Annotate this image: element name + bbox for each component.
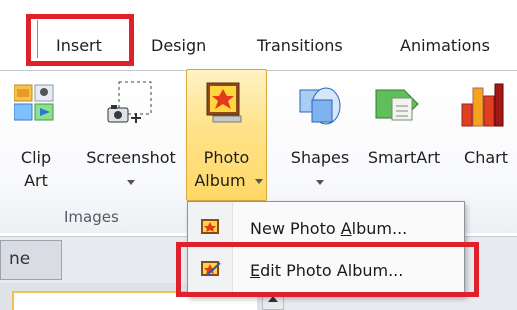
screenshot-icon [107,81,152,123]
chart-label: Chart [464,148,508,167]
ribbon-tab-bar: Insert Design Transitions Animations [0,0,517,70]
edit-photo-album-label: Edit Photo Album... [250,261,404,280]
images-group-label: Images [64,208,119,226]
powerpoint-window: Insert Design Transitions Animations Cli… [0,0,517,310]
tab-animations[interactable]: Animations [400,36,490,55]
clip-art-icon [14,84,54,121]
clip-art-label-line2: Art [24,171,48,190]
shapes-icon [299,87,341,125]
slides-pane-tab-label: ne [9,249,31,269]
new-photo-album-icon [201,219,219,234]
menu-item-edit-photo-album[interactable]: Edit Photo Album... [188,250,464,290]
smartart-label: SmartArt [367,148,441,167]
photo-album-dropdown-menu: New Photo Album... Edit Photo Album... [187,201,465,296]
photo-album-label-line1: Photo [203,148,250,167]
chart-icon [461,83,504,127]
shapes-label: Shapes [290,148,350,167]
photo-album-icon [206,82,242,123]
chevron-down-icon [255,179,263,184]
tab-transitions[interactable]: Transitions [257,36,343,55]
chevron-down-icon [316,180,324,185]
clip-art-label-line1: Clip [20,148,52,167]
chevron-down-icon [127,180,135,185]
menu-item-new-photo-album[interactable]: New Photo Album... [188,208,464,248]
tab-separator [37,20,38,58]
slides-pane-tab[interactable]: ne [0,240,62,280]
smartart-icon [375,89,419,121]
tab-design[interactable]: Design [151,36,206,55]
new-photo-album-label: New Photo Album... [250,219,408,238]
screenshot-label: Screenshot [86,148,176,167]
edit-photo-album-icon [201,261,221,276]
tab-insert[interactable]: Insert [56,36,102,55]
photo-album-label-line2: Album [194,171,246,190]
